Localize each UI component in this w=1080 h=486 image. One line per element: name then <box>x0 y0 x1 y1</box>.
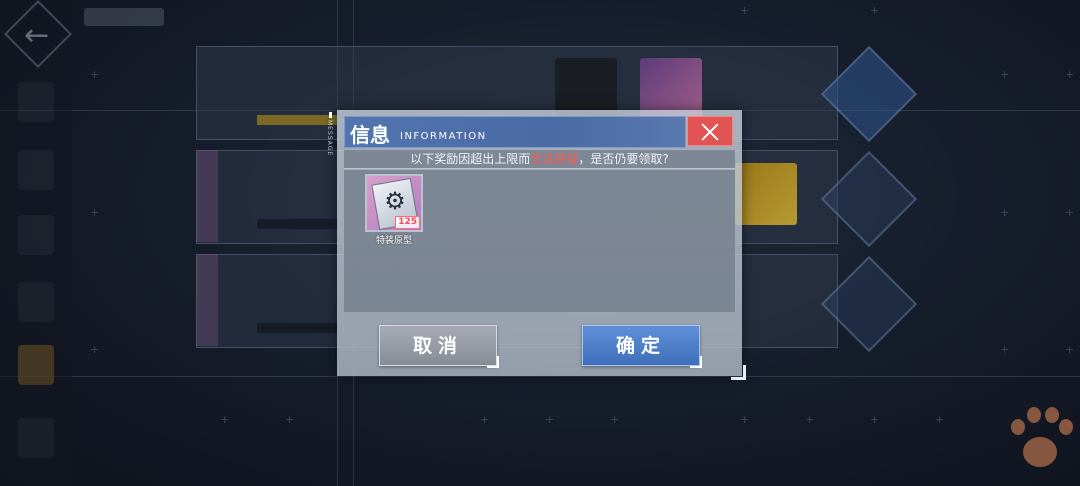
prompt-text: 以下奖励因超出上限而 <box>410 152 531 166</box>
reward-list: ⚙ 125 特装原型 <box>344 170 735 312</box>
dialog-corner-mark <box>731 365 746 380</box>
dialog-title: 信息 <box>350 123 390 147</box>
cancel-button[interactable]: 取消 <box>379 325 499 368</box>
dialog-title-bar: 信息 INFORMATION <box>344 116 686 148</box>
prompt-text-end: ，是否仍要领取? <box>578 152 669 166</box>
reward-item[interactable]: ⚙ 125 特装原型 <box>362 174 426 246</box>
dialog-title-en: INFORMATION <box>400 131 487 142</box>
cancel-button-label: 取消 <box>412 335 463 357</box>
dialog-side-label: MESSAGE <box>326 120 333 157</box>
confirm-button-label: 确定 <box>615 335 666 357</box>
gear-icon: ⚙ <box>384 187 406 215</box>
button-corner-mark <box>487 356 499 368</box>
dialog-prompt: 以下奖励因超出上限而无法获得，是否仍要领取? <box>344 150 735 169</box>
dialog-corner-mark <box>329 112 332 118</box>
reward-limit-dialog: MESSAGE 信息 INFORMATION 以下奖励因超出上限而无法获得，是否… <box>326 110 746 380</box>
reward-item-name: 特装原型 <box>375 236 412 246</box>
confirm-button[interactable]: 确定 <box>582 325 702 368</box>
close-button[interactable] <box>687 116 733 146</box>
prompt-warning-text: 无法获得 <box>530 152 579 166</box>
reward-item-count: 125 <box>395 216 420 229</box>
button-corner-mark <box>690 356 702 368</box>
reward-item-frame: ⚙ 125 <box>365 174 423 232</box>
